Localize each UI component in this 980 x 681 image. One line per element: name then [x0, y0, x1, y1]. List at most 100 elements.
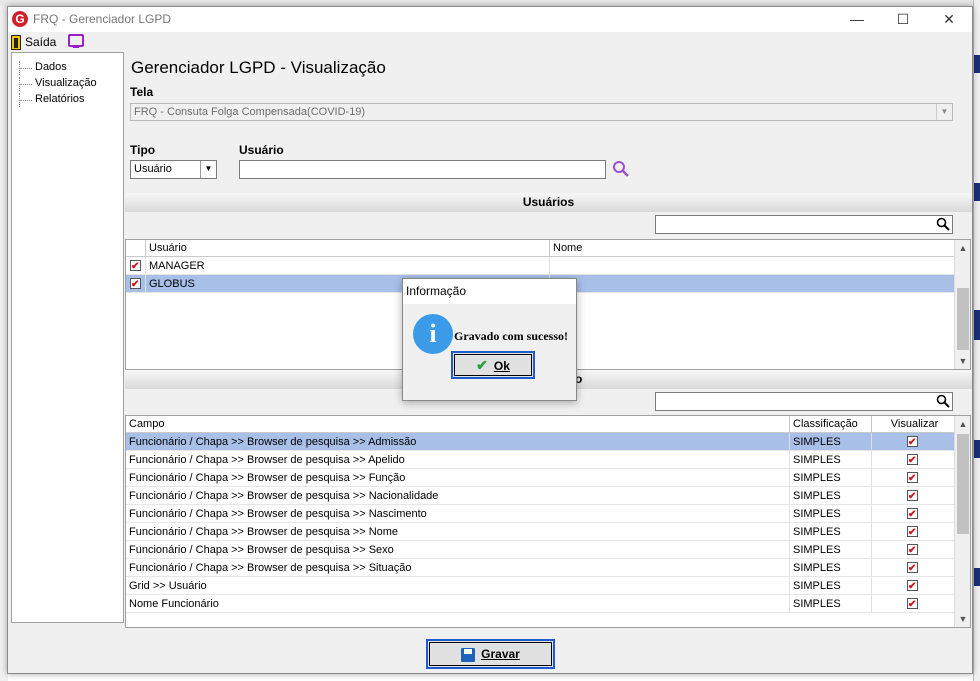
table-row[interactable]: Funcionário / Chapa >> Browser de pesqui… [126, 433, 955, 451]
visualizar-checkbox[interactable] [907, 470, 918, 486]
visualizar-checkbox[interactable] [907, 542, 918, 558]
exit-label: Saída [25, 35, 57, 49]
row-checkbox[interactable] [130, 258, 141, 274]
navigation-tree: Dados Visualização Relatórios [11, 52, 124, 623]
users-filter-input[interactable] [655, 215, 953, 234]
visualizar-checkbox[interactable] [907, 596, 918, 612]
table-row[interactable]: Grid >> Usuário SIMPLES [126, 577, 955, 595]
users-grid-check-header [126, 240, 146, 257]
minimize-button[interactable]: — [834, 7, 880, 32]
visualizar-checkbox[interactable] [907, 524, 918, 540]
fields-cell-classificacao: SIMPLES [790, 469, 872, 487]
floppy-disk-icon [461, 647, 476, 662]
visualizar-checkbox[interactable] [907, 434, 918, 450]
fields-cell-campo: Funcionário / Chapa >> Browser de pesqui… [126, 541, 790, 559]
fields-cell-campo: Nome Funcionário [126, 595, 790, 613]
users-grid-header-nome[interactable]: Nome [550, 240, 955, 257]
chevron-down-icon: ▼ [200, 161, 216, 178]
tree-item-relatorios[interactable]: Relatórios [19, 93, 85, 107]
search-icon[interactable] [936, 394, 950, 408]
tela-select-value: FRQ - Consuta Folga Compensada(COVID-19) [134, 106, 366, 118]
usuario-input[interactable] [239, 160, 606, 179]
users-grid-scrollbar[interactable]: ▲ ▼ [954, 240, 970, 369]
fields-grid-header-classificacao[interactable]: Classificação [790, 416, 872, 433]
scroll-up-icon[interactable]: ▲ [955, 240, 970, 256]
search-icon[interactable] [612, 160, 630, 178]
visualizar-checkbox[interactable] [907, 488, 918, 504]
fields-cell-campo: Funcionário / Chapa >> Browser de pesqui… [126, 451, 790, 469]
visualizar-checkbox[interactable] [907, 452, 918, 468]
table-row[interactable]: Funcionário / Chapa >> Browser de pesqui… [126, 559, 955, 577]
info-icon: i [413, 314, 453, 354]
tipo-select[interactable]: Usuário ▼ [130, 160, 217, 179]
page-title: Gerenciador LGPD - Visualização [131, 58, 386, 77]
tipo-select-value: Usuário [134, 163, 172, 175]
fields-cell-classificacao: SIMPLES [790, 523, 872, 541]
scroll-up-icon[interactable]: ▲ [955, 416, 970, 432]
fields-cell-campo: Funcionário / Chapa >> Browser de pesqui… [126, 559, 790, 577]
tree-item-dados[interactable]: Dados [19, 61, 67, 75]
fields-cell-classificacao: SIMPLES [790, 595, 872, 613]
title-bar: G FRQ - Gerenciador LGPD — ☐ ✕ [8, 7, 972, 32]
table-row[interactable]: Funcionário / Chapa >> Browser de pesqui… [126, 541, 955, 559]
fields-grid-header-campo[interactable]: Campo [126, 416, 790, 433]
background-app-right [973, 0, 980, 681]
visualizar-checkbox[interactable] [907, 506, 918, 522]
fields-filter-input[interactable] [655, 392, 953, 411]
dialog-message: Gravado com sucesso! [454, 329, 568, 343]
chevron-down-icon: ▼ [936, 104, 952, 120]
table-row[interactable]: MANAGER [126, 257, 955, 275]
visualizar-checkbox[interactable] [907, 578, 918, 594]
search-icon[interactable] [936, 217, 950, 231]
users-cell-usuario: MANAGER [146, 257, 550, 275]
table-row[interactable]: Funcionário / Chapa >> Browser de pesqui… [126, 523, 955, 541]
table-row[interactable]: Funcionário / Chapa >> Browser de pesqui… [126, 487, 955, 505]
scroll-thumb[interactable] [957, 434, 969, 534]
fields-cell-classificacao: SIMPLES [790, 433, 872, 451]
check-icon: ✔ [476, 357, 488, 373]
fields-grid: Campo Classificação Visualizar Funcionár… [125, 415, 971, 628]
users-section-header: Usuários [125, 193, 972, 212]
toolbar: Saída [8, 32, 972, 52]
table-row[interactable]: Funcionário / Chapa >> Browser de pesqui… [126, 469, 955, 487]
monitor-icon[interactable] [68, 34, 84, 48]
info-dialog: Informação i Gravado com sucesso! ✔ Ok [402, 278, 577, 401]
scroll-down-icon[interactable]: ▼ [955, 611, 970, 627]
tipo-label: Tipo [130, 143, 156, 157]
ok-button[interactable]: ✔ Ok [451, 351, 535, 379]
fields-cell-classificacao: SIMPLES [790, 541, 872, 559]
usuario-label: Usuário [239, 143, 284, 157]
fields-cell-campo: Grid >> Usuário [126, 577, 790, 595]
window-title: FRQ - Gerenciador LGPD [33, 12, 172, 26]
scroll-down-icon[interactable]: ▼ [955, 353, 970, 369]
dialog-title: Informação [403, 279, 576, 304]
fields-grid-scrollbar[interactable]: ▲ ▼ [954, 416, 970, 627]
tela-select[interactable]: FRQ - Consuta Folga Compensada(COVID-19)… [130, 103, 953, 121]
tree-item-visualizacao[interactable]: Visualização [19, 77, 97, 91]
fields-cell-classificacao: SIMPLES [790, 451, 872, 469]
users-cell-nome [550, 257, 955, 275]
exit-button[interactable]: Saída [11, 34, 56, 50]
fields-cell-campo: Funcionário / Chapa >> Browser de pesqui… [126, 505, 790, 523]
maximize-button[interactable]: ☐ [880, 7, 926, 32]
users-cell-nome [550, 275, 955, 293]
close-button[interactable]: ✕ [926, 7, 972, 32]
door-exit-icon [11, 34, 21, 50]
tela-label: Tela [130, 85, 154, 99]
table-row[interactable]: Nome Funcionário SIMPLES [126, 595, 955, 613]
fields-cell-campo: Funcionário / Chapa >> Browser de pesqui… [126, 469, 790, 487]
fields-cell-classificacao: SIMPLES [790, 505, 872, 523]
table-row[interactable]: Funcionário / Chapa >> Browser de pesqui… [126, 451, 955, 469]
table-row[interactable]: Funcionário / Chapa >> Browser de pesqui… [126, 505, 955, 523]
fields-cell-classificacao: SIMPLES [790, 487, 872, 505]
users-grid-header-usuario[interactable]: Usuário [146, 240, 550, 257]
save-button-label: Gravar [481, 647, 520, 661]
scroll-thumb[interactable] [957, 288, 969, 350]
save-button[interactable]: Gravar [426, 639, 555, 669]
fields-cell-campo: Funcionário / Chapa >> Browser de pesqui… [126, 433, 790, 451]
row-checkbox[interactable] [130, 276, 141, 292]
ok-button-label: Ok [493, 359, 510, 373]
fields-grid-header-visualizar[interactable]: Visualizar [872, 416, 955, 433]
fields-cell-campo: Funcionário / Chapa >> Browser de pesqui… [126, 523, 790, 541]
visualizar-checkbox[interactable] [907, 560, 918, 576]
